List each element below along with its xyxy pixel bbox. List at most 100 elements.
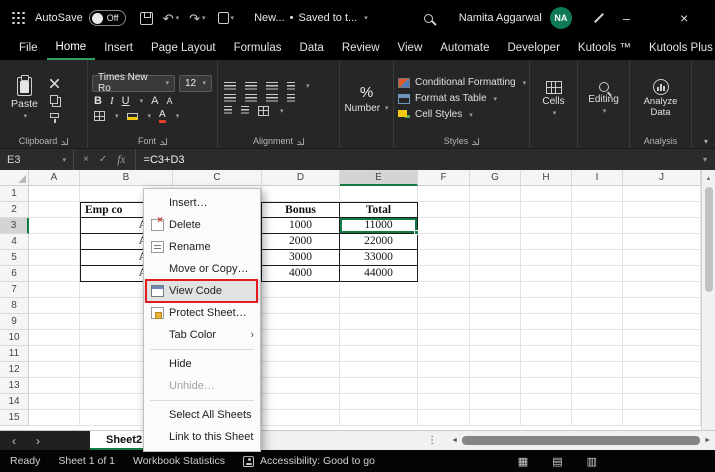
context-menu-item-view-code[interactable]: View Code	[144, 280, 260, 302]
cell-styles-button[interactable]: Cell Styles▾	[398, 109, 525, 120]
redo-dropdown-icon[interactable]: ▾	[202, 14, 206, 22]
cell-F15[interactable]	[418, 410, 470, 426]
cell-A3[interactable]	[29, 218, 80, 234]
formula-input[interactable]: =C3+D3	[136, 154, 695, 166]
cell-E6[interactable]: 44000	[340, 266, 418, 282]
underline-dropdown-icon[interactable]: ▾	[140, 97, 144, 105]
alignment-dialog-launcher-icon[interactable]	[297, 138, 304, 145]
row-header-11[interactable]: 11	[0, 346, 29, 362]
column-header-H[interactable]: H	[521, 170, 572, 186]
save-icon[interactable]	[140, 12, 153, 25]
number-format-button[interactable]: % Number▾	[344, 63, 389, 134]
cell-D3[interactable]: 1000	[262, 218, 340, 234]
cell-G3[interactable]	[470, 218, 521, 234]
workbook-statistics[interactable]: Workbook Statistics	[133, 455, 225, 467]
document-title[interactable]: New... • Saved to t... ▾	[254, 12, 368, 24]
cell-G13[interactable]	[470, 378, 521, 394]
column-header-A[interactable]: A	[29, 170, 80, 186]
cell-E8[interactable]	[340, 298, 418, 314]
cell-F2[interactable]	[418, 202, 470, 218]
cell-F7[interactable]	[418, 282, 470, 298]
cell-G5[interactable]	[470, 250, 521, 266]
next-sheet-arrow[interactable]: ›	[36, 434, 40, 448]
font-color-dropdown-icon[interactable]: ▾	[176, 112, 180, 120]
cell-F12[interactable]	[418, 362, 470, 378]
cell-G10[interactable]	[470, 330, 521, 346]
cell-I11[interactable]	[572, 346, 623, 362]
ink-pen-icon[interactable]	[592, 12, 605, 25]
cell-G6[interactable]	[470, 266, 521, 282]
cell-G15[interactable]	[470, 410, 521, 426]
cell-E15[interactable]	[340, 410, 418, 426]
paste-button[interactable]: Paste ▾	[4, 63, 45, 134]
format-painter-icon[interactable]	[218, 12, 229, 24]
cell-A10[interactable]	[29, 330, 80, 346]
font-size-select[interactable]: 12▾	[179, 75, 212, 92]
column-header-J[interactable]: J	[623, 170, 701, 186]
cell-E10[interactable]	[340, 330, 418, 346]
hscroll-left-icon[interactable]: ◄	[451, 437, 458, 444]
cell-F6[interactable]	[418, 266, 470, 282]
clipboard-dialog-launcher-icon[interactable]	[61, 138, 68, 145]
column-header-I[interactable]: I	[572, 170, 623, 186]
editing-button[interactable]: Editing ▾	[582, 63, 625, 134]
row-header-13[interactable]: 13	[0, 378, 29, 394]
context-menu-item-move-or-copy[interactable]: Move or Copy…	[144, 258, 260, 280]
column-header-C[interactable]: C	[173, 170, 262, 186]
cell-H3[interactable]	[521, 218, 572, 234]
cell-H9[interactable]	[521, 314, 572, 330]
cell-E11[interactable]	[340, 346, 418, 362]
cell-F9[interactable]	[418, 314, 470, 330]
cell-D8[interactable]	[262, 298, 340, 314]
normal-view-icon[interactable]: ▦	[518, 455, 528, 468]
cell-H14[interactable]	[521, 394, 572, 410]
cell-H12[interactable]	[521, 362, 572, 378]
cell-G12[interactable]	[470, 362, 521, 378]
cell-A1[interactable]	[29, 186, 80, 202]
context-menu-item-hide[interactable]: Hide	[144, 353, 260, 375]
select-all-corner[interactable]	[0, 170, 29, 186]
cell-D12[interactable]	[262, 362, 340, 378]
cell-D15[interactable]	[262, 410, 340, 426]
align-bottom-icon[interactable]	[266, 82, 278, 91]
minimize-button[interactable]: –	[623, 11, 630, 26]
menu-tab-kutools-plus[interactable]: Kutools Plus	[640, 36, 715, 60]
cell-F13[interactable]	[418, 378, 470, 394]
autosave-toggle[interactable]: Off	[89, 10, 126, 26]
cell-E14[interactable]	[340, 394, 418, 410]
expand-formula-bar-icon[interactable]: ▾	[695, 155, 715, 164]
search-icon[interactable]	[424, 14, 433, 23]
cell-H5[interactable]	[521, 250, 572, 266]
enter-icon[interactable]: ✓	[99, 154, 107, 165]
row-header-3[interactable]: 3	[0, 218, 29, 234]
borders-dropdown-icon[interactable]: ▾	[115, 112, 119, 120]
copy-icon[interactable]	[50, 95, 58, 104]
cell-D9[interactable]	[262, 314, 340, 330]
shrink-font-button[interactable]: A	[166, 96, 172, 106]
font-color-icon[interactable]: A	[159, 110, 166, 123]
row-header-12[interactable]: 12	[0, 362, 29, 378]
grow-font-button[interactable]: A	[151, 95, 158, 107]
cell-A2[interactable]	[29, 202, 80, 218]
cell-E2[interactable]: Total	[340, 202, 418, 218]
menu-tab-insert[interactable]: Insert	[95, 36, 142, 60]
column-header-G[interactable]: G	[470, 170, 521, 186]
cancel-icon[interactable]: ×	[83, 154, 89, 165]
merge-center-dropdown-icon[interactable]: ▾	[280, 107, 284, 115]
cell-G2[interactable]	[470, 202, 521, 218]
cell-I8[interactable]	[572, 298, 623, 314]
cell-F1[interactable]	[418, 186, 470, 202]
context-menu-item-insert[interactable]: Insert…	[144, 192, 260, 214]
italic-button[interactable]: I	[110, 95, 114, 107]
cell-D13[interactable]	[262, 378, 340, 394]
cell-I13[interactable]	[572, 378, 623, 394]
font-dialog-launcher-icon[interactable]	[160, 138, 167, 145]
cell-A14[interactable]	[29, 394, 80, 410]
cell-E1[interactable]	[340, 186, 418, 202]
close-button[interactable]: ×	[680, 10, 688, 26]
cell-J7[interactable]	[623, 282, 701, 298]
horizontal-scroll-thumb[interactable]	[462, 436, 700, 445]
cell-A5[interactable]	[29, 250, 80, 266]
cell-J3[interactable]	[623, 218, 701, 234]
cell-E5[interactable]: 33000	[340, 250, 418, 266]
